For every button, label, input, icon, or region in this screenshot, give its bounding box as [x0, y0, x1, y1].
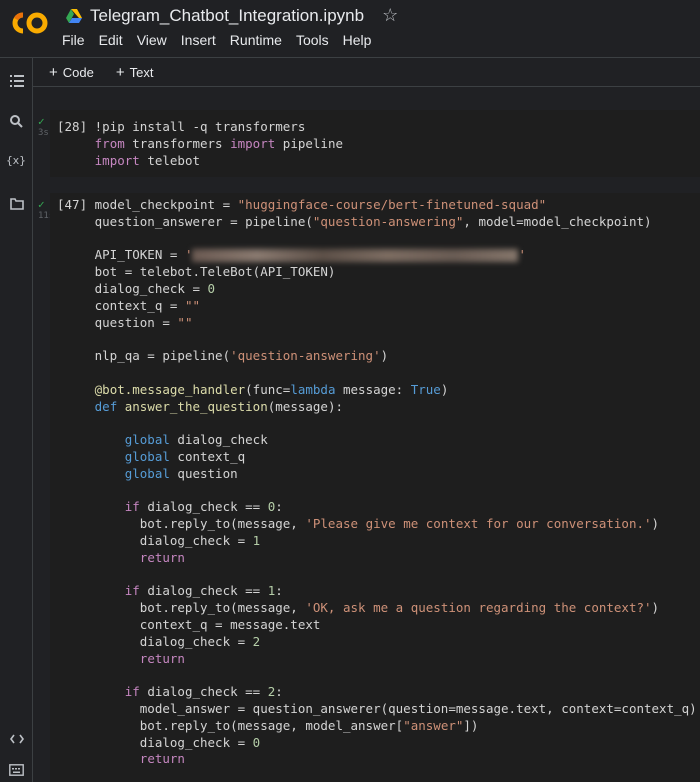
cell-2-exec-count: [47] — [57, 197, 88, 212]
search-icon[interactable] — [8, 113, 25, 130]
add-text-label: Text — [129, 64, 154, 80]
code-cell-2[interactable]: [47] model_checkpoint = "huggingface-cou… — [50, 193, 700, 782]
terminal-icon[interactable] — [8, 761, 25, 778]
cell-1-duration: 3s — [38, 128, 49, 138]
variables-icon[interactable]: {x} — [6, 152, 26, 169]
left-sidebar: {x} — [0, 58, 33, 782]
notebook-title[interactable]: Telegram_Chatbot_Integration.ipynb — [90, 6, 364, 26]
drive-icon[interactable] — [66, 8, 82, 23]
star-icon[interactable]: ☆ — [382, 5, 398, 26]
menu-insert[interactable]: Insert — [181, 32, 222, 48]
menu-help[interactable]: Help — [343, 32, 378, 48]
plus-icon: + — [49, 63, 58, 81]
menu-bar: File Edit View Insert Runtime Tools Help — [62, 32, 385, 48]
plus-icon: + — [115, 63, 125, 81]
add-code-label: Code — [62, 64, 94, 80]
toc-icon[interactable] — [8, 72, 25, 89]
cell-1-exec-count: [28] — [57, 119, 88, 134]
cell-1-exec-status[interactable]: ✓ 3s — [38, 115, 49, 138]
add-code-button[interactable]: + Code — [49, 64, 94, 81]
menu-edit[interactable]: Edit — [99, 32, 129, 48]
menu-runtime[interactable]: Runtime — [230, 32, 288, 48]
redacted-token — [192, 249, 519, 263]
add-text-button[interactable]: + Text — [116, 64, 154, 81]
menu-file[interactable]: File — [62, 32, 91, 48]
notebook-toolbar: + Code + Text — [33, 58, 700, 87]
files-icon[interactable] — [8, 195, 25, 212]
header: Telegram_Chatbot_Integration.ipynb ☆ Fil… — [0, 0, 700, 58]
cell-1-code[interactable]: [28] !pip install -q transformers from t… — [57, 119, 343, 169]
check-icon: ✓ — [38, 115, 45, 128]
menu-tools[interactable]: Tools — [296, 32, 335, 48]
code-snippets-icon[interactable] — [8, 730, 25, 747]
code-cell-1[interactable]: [28] !pip install -q transformers from t… — [50, 110, 700, 177]
menu-view[interactable]: View — [137, 32, 173, 48]
colab-logo[interactable] — [10, 8, 50, 38]
cell-2-code[interactable]: [47] model_checkpoint = "huggingface-cou… — [57, 197, 697, 768]
